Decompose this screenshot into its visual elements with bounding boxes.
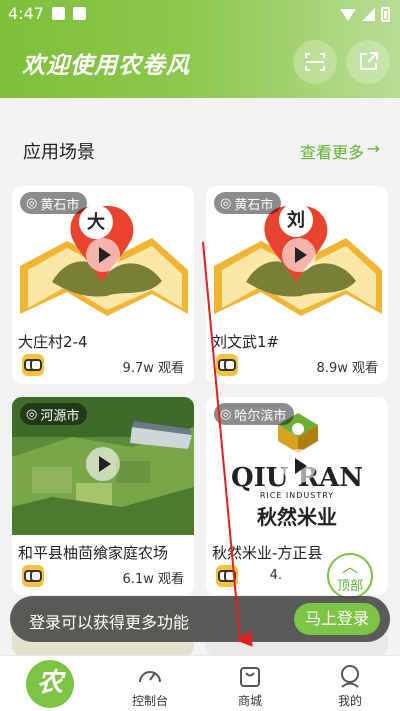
back-to-top-label: 顶部 — [336, 579, 363, 594]
tab-home[interactable]: 农 — [26, 660, 74, 708]
view-count: 8.9w 观看 — [316, 361, 378, 376]
system-icons — [340, 7, 390, 22]
tab-profile[interactable]: 我的 — [300, 656, 400, 711]
play-icon[interactable] — [86, 238, 120, 272]
pin-label: 大 — [87, 212, 105, 233]
play-icon[interactable] — [282, 449, 316, 483]
tab-label: 控制台 — [131, 694, 168, 708]
location-pin-icon: ◎ — [26, 195, 38, 211]
header: 4:47 欢迎使用农卷风 — [0, 0, 400, 98]
back-to-top-button[interactable]: ︿ 顶部 — [327, 553, 373, 599]
app-title: 欢迎使用农卷风 — [22, 53, 190, 79]
location-name: 哈尔滨市 — [234, 408, 287, 424]
scan-button[interactable] — [293, 40, 337, 84]
see-more-link[interactable]: 查看更多 — [300, 139, 364, 163]
scene-card[interactable]: ◎ 黄石市 大 大庄村2-4 9.7w 观看 — [12, 186, 194, 384]
pin-label: 刘 — [287, 210, 305, 231]
tab-label: 商城 — [237, 694, 262, 708]
location-badge: ◎ 黄石市 — [20, 192, 88, 214]
status-bar: 4:47 — [0, 0, 400, 28]
view-count: 4. — [269, 568, 282, 583]
share-button[interactable] — [346, 40, 390, 84]
tab-label: 我的 — [337, 694, 362, 708]
location-name: 河源市 — [40, 408, 80, 424]
owl-avatar-icon — [22, 354, 44, 376]
view-count: 9.7w 观看 — [122, 361, 184, 376]
wifi-icon — [340, 8, 356, 21]
card-meta: 6.1w 观看 — [22, 565, 184, 589]
location-pin-icon: ◎ — [220, 195, 232, 211]
arrow-right-icon[interactable]: → — [367, 139, 380, 158]
notification-icons — [52, 7, 86, 20]
scene-card[interactable]: ◎ 河源市 和平县柚茴飨家庭农场 6.1w 观看 — [12, 397, 194, 595]
location-name: 黄石市 — [40, 197, 80, 213]
view-count: 6.1w 观看 — [122, 572, 184, 587]
scene-card[interactable]: ◎ 黄石市 刘 刘文武1# 8.9w 观看 — [206, 186, 388, 384]
section-title: 应用场景 — [23, 142, 95, 163]
tab-dashboard[interactable]: 控制台 — [100, 656, 200, 711]
logo-cn-text: 秋然米业 — [257, 505, 337, 529]
play-icon[interactable] — [282, 238, 316, 272]
status-time: 4:47 — [8, 4, 44, 23]
play-icon[interactable] — [86, 447, 120, 481]
card-title: 和平县柚茴飨家庭农场 — [18, 544, 169, 562]
card-thumbnail[interactable]: ◎ 黄石市 大 — [12, 186, 194, 324]
owl-avatar-icon — [216, 565, 238, 587]
image-notification-icon — [52, 7, 65, 20]
signal-icon — [362, 8, 375, 21]
card-meta: 8.9w 观看 — [216, 354, 378, 378]
card-meta: 9.7w 观看 — [22, 354, 184, 378]
scan-icon — [305, 53, 325, 71]
location-pin-icon: ◎ — [26, 406, 38, 422]
card-thumbnail[interactable]: ◎ 河源市 — [12, 397, 194, 535]
battery-icon — [381, 7, 390, 22]
share-icon — [360, 52, 378, 70]
location-badge: ◎ 哈尔滨市 — [214, 403, 295, 425]
location-name: 黄石市 — [234, 197, 274, 213]
shop-bag-icon — [240, 667, 260, 687]
owl-avatar-icon — [216, 354, 238, 376]
login-banner: 登录可以获得更多功能 马上登录 — [10, 596, 390, 642]
location-badge: ◎ 黄石市 — [214, 192, 282, 214]
owl-avatar-icon — [22, 565, 44, 587]
card-thumbnail[interactable]: ◎ 黄石市 刘 — [206, 186, 388, 324]
login-button[interactable]: 马上登录 — [294, 603, 380, 635]
location-pin-icon: ◎ — [220, 406, 232, 422]
chevron-up-icon: ︿ — [341, 557, 358, 576]
card-title: 大庄村2-4 — [18, 333, 88, 351]
location-badge: ◎ 河源市 — [20, 403, 88, 425]
logo-subtext: RICE INDUSTRY — [259, 491, 335, 500]
login-prompt-text: 登录可以获得更多功能 — [29, 613, 190, 632]
card-title: 刘文武1# — [212, 333, 280, 351]
tab-shop[interactable]: 商城 — [200, 656, 300, 711]
card-title: 秋然米业-方正县 — [212, 544, 323, 562]
app-notification-icon — [73, 7, 86, 20]
profile-icon — [341, 665, 359, 688]
dashboard-icon — [139, 671, 161, 683]
card-thumbnail[interactable]: QIU RAN RICE INDUSTRY 秋然米业 ◎ 哈尔滨市 — [206, 397, 388, 535]
